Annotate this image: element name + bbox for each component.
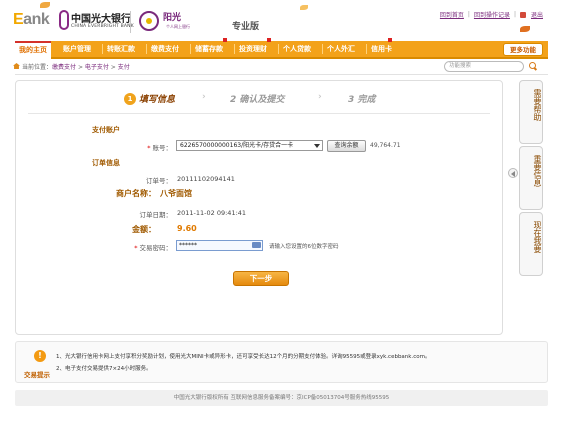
chevron-down-icon [314, 144, 320, 148]
nav-item-home[interactable]: 我的主页 [15, 41, 51, 59]
amount-value: 9.60 [177, 224, 197, 233]
divider [15, 74, 548, 75]
link-separator: | [513, 11, 516, 18]
section-title-order: 订单信息 [92, 159, 120, 167]
edition-label: 专业版 [232, 22, 260, 32]
top-header: Eank 中国光大银行 CHINA EVERBRIGHT BANK 阳光 个人网… [0, 0, 563, 40]
product-name: 阳光 [163, 13, 182, 23]
new-badge [388, 38, 392, 42]
step-arrow-icon: › [318, 92, 322, 102]
password-label: * 交易密码： [134, 244, 172, 252]
query-balance-button[interactable]: 查询余额 [327, 140, 366, 152]
step-indicator: 1 填写信息 › 2 确认及提交 › 3 完成 [122, 91, 402, 107]
account-select[interactable]: 6226570000000163/阳光卡/存贷合一卡 [176, 140, 323, 151]
side-tab-i-want[interactable]: 现在我要 [519, 212, 543, 276]
tips-title: 交易提示 [24, 371, 50, 379]
side-tab-important-info[interactable]: 重要信息 [519, 146, 543, 210]
breadcrumb-item[interactable]: 缴费支付 [52, 64, 76, 71]
bank-name-cn: 中国光大银行 [71, 14, 131, 25]
bank-logo: Eank [13, 11, 50, 28]
account-label: * 账号： [147, 144, 172, 152]
bank-seal-icon [59, 10, 69, 30]
nav-item-loan[interactable]: 个人贷款 [279, 41, 315, 57]
step-label: 3 完成 [348, 95, 376, 105]
product-sub: 个人网上银行 [166, 24, 190, 29]
breadcrumb-item[interactable]: 电子支付 [85, 64, 109, 71]
nav-item-account[interactable]: 账户管理 [59, 41, 95, 57]
home-icon [13, 63, 20, 69]
breadcrumb-prefix: 当前位置： [22, 64, 53, 71]
bank-name-en: CHINA EVERBRIGHT BANK [71, 24, 134, 29]
collapse-arrow-icon[interactable] [508, 168, 518, 178]
order-no-value: 20111102094141 [177, 175, 235, 183]
nav-item-invest[interactable]: 投资理财 [235, 41, 271, 57]
tip-line: 2、电子支付交易提供7×24小时服务。 [56, 366, 152, 372]
header-divider [130, 11, 131, 33]
nav-item-credit-card[interactable]: 信用卡 [367, 41, 396, 57]
autumn-leaf-decoration [520, 26, 530, 32]
side-tab-help[interactable]: 需要帮助 [519, 80, 543, 144]
amount-label: 金额： [132, 225, 156, 234]
new-badge [267, 38, 271, 42]
order-date-value: 2011-11-02 09:41:41 [177, 209, 247, 217]
tip-line: 1、光大银行信用卡网上支付享积分奖励计划，使用光大MINI卡或异形卡，还可享受长… [56, 354, 431, 360]
divider [28, 113, 490, 114]
function-search-input[interactable]: 功能搜索 [444, 61, 524, 72]
step-arrow-icon: › [202, 92, 206, 102]
link-separator: | [467, 11, 470, 18]
transaction-tips: ! 交易提示 1、光大银行信用卡网上支付享积分奖励计划，使用光大MINI卡或异形… [15, 341, 548, 383]
main-nav: 我的主页 账户管理 转账汇款 缴费支付 储蓄存款 投资理财 个人贷款 个人外汇 … [15, 38, 548, 59]
autumn-leaf-decoration [40, 2, 50, 8]
breadcrumb: 当前位置：缴费支付 > 电子支付 > 支付 [22, 64, 130, 71]
password-hint: 请输入您设置的6位数字密码 [269, 244, 339, 250]
logout-link[interactable]: 退出 [531, 10, 543, 19]
exit-icon[interactable] [519, 11, 526, 18]
nav-item-deposit[interactable]: 储蓄存款 [191, 41, 227, 57]
nav-item-transfer[interactable]: 转账汇款 [103, 41, 139, 57]
home-link[interactable]: 回到首页 [440, 10, 464, 19]
order-no-label: 订单号： [146, 177, 172, 185]
history-link[interactable]: 回到操作记录 [474, 10, 510, 19]
breadcrumb-item[interactable]: 支付 [118, 64, 130, 71]
password-field[interactable]: ****** [176, 240, 263, 251]
keyboard-icon[interactable] [252, 242, 261, 248]
step-label: 填写信息 [139, 95, 176, 105]
search-icon[interactable] [529, 62, 536, 69]
nav-item-payment[interactable]: 缴费支付 [147, 41, 183, 57]
balance-value: 49,764.71 [370, 142, 401, 149]
section-title-account: 支付账户 [92, 126, 120, 134]
top-links: 回到首页 | 回到操作记录 | 退出 [440, 10, 543, 19]
step-label: 2 确认及提交 [230, 95, 285, 105]
autumn-leaf-decoration [300, 5, 308, 10]
footer: 中国光大银行版权所有 互联网信息服务备案编号：京ICP备05013704号服务热… [15, 390, 548, 406]
new-badge [223, 38, 227, 42]
info-icon: ! [34, 350, 46, 362]
nav-item-forex[interactable]: 个人外汇 [323, 41, 359, 57]
more-functions-button[interactable]: 更多功能 [503, 43, 543, 56]
step-number: 1 [124, 93, 136, 105]
sunshine-logo-icon [139, 11, 159, 31]
breadcrumb-row: 当前位置：缴费支付 > 电子支付 > 支付 功能搜索 [0, 60, 563, 74]
order-date-label: 订单日期： [139, 211, 173, 219]
next-button[interactable]: 下一步 [233, 271, 289, 286]
merchant-label: 商户名称： [116, 189, 156, 198]
merchant-value: 八爷面馆 [160, 189, 192, 198]
payment-form-panel: 1 填写信息 › 2 确认及提交 › 3 完成 支付账户 * 账号： 622657… [15, 80, 503, 335]
